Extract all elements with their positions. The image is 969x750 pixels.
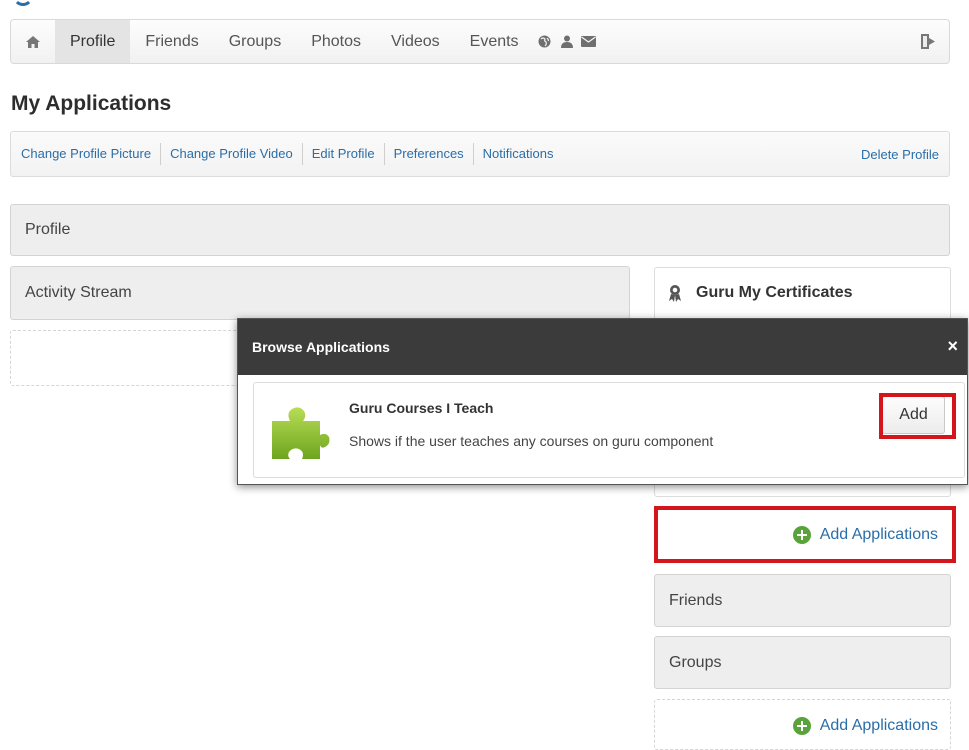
- add-applications-highlight: [654, 506, 956, 563]
- user-icon: [560, 35, 573, 48]
- globe-icon: [538, 35, 551, 48]
- nav-profile[interactable]: Profile: [55, 20, 131, 63]
- change-profile-video-link[interactable]: Change Profile Video: [161, 143, 303, 165]
- add-button-highlight: [879, 393, 956, 439]
- activity-stream-box[interactable]: Activity Stream: [10, 266, 630, 320]
- notifications-link[interactable]: Notifications: [474, 143, 563, 165]
- globe-button[interactable]: [534, 20, 556, 63]
- add-circle-icon: [792, 717, 811, 735]
- home-icon: [26, 35, 40, 48]
- top-logo-arc: [13, 0, 33, 6]
- profile-submenu: Change Profile Picture Change Profile Vi…: [10, 131, 950, 177]
- nav-friends[interactable]: Friends: [130, 20, 213, 63]
- home-button[interactable]: [11, 20, 55, 63]
- certificate-icon: [669, 285, 681, 302]
- logout-icon: [921, 34, 935, 49]
- user-button[interactable]: [556, 20, 578, 63]
- logout-button[interactable]: [907, 20, 949, 63]
- activity-stream-label: Activity Stream: [25, 284, 132, 301]
- friends-app-box[interactable]: Friends: [654, 574, 951, 627]
- page-title: My Applications: [11, 92, 172, 115]
- application-name: Guru Courses I Teach: [349, 400, 494, 416]
- profile-app-box[interactable]: Profile: [10, 204, 950, 256]
- friends-app-label: Friends: [669, 591, 723, 609]
- envelope-icon: [581, 36, 597, 47]
- nav-photos[interactable]: Photos: [296, 20, 376, 63]
- modal-title: Browse Applications: [252, 339, 390, 355]
- change-profile-picture-link[interactable]: Change Profile Picture: [11, 143, 162, 165]
- nav-events[interactable]: Events: [455, 20, 534, 63]
- modal-close-button[interactable]: ×: [947, 337, 958, 355]
- delete-profile-link[interactable]: Delete Profile: [861, 147, 949, 162]
- nav-groups[interactable]: Groups: [214, 20, 296, 63]
- modal-header: Browse Applications ×: [238, 319, 967, 375]
- browse-applications-modal: Browse Applications × Guru Courses I Tea…: [237, 318, 968, 485]
- groups-app-box[interactable]: Groups: [654, 636, 951, 689]
- main-navbar: Profile Friends Groups Photos Videos Eve…: [10, 19, 950, 64]
- add-applications-link-2[interactable]: Add Applications: [660, 713, 938, 739]
- add-applications-label-2: Add Applications: [819, 717, 938, 734]
- puzzle-piece-icon: [272, 407, 330, 459]
- guru-certificates-title: Guru My Certificates: [668, 284, 852, 302]
- guru-certificates-label: Guru My Certificates: [696, 284, 853, 301]
- edit-profile-link[interactable]: Edit Profile: [303, 143, 385, 165]
- application-list-item: Guru Courses I Teach Shows if the user t…: [253, 382, 965, 478]
- messages-button[interactable]: [578, 20, 600, 63]
- groups-app-label: Groups: [669, 653, 722, 671]
- application-description: Shows if the user teaches any courses on…: [349, 433, 714, 449]
- preferences-link[interactable]: Preferences: [385, 143, 474, 165]
- profile-app-label: Profile: [25, 221, 71, 238]
- nav-videos[interactable]: Videos: [376, 20, 455, 63]
